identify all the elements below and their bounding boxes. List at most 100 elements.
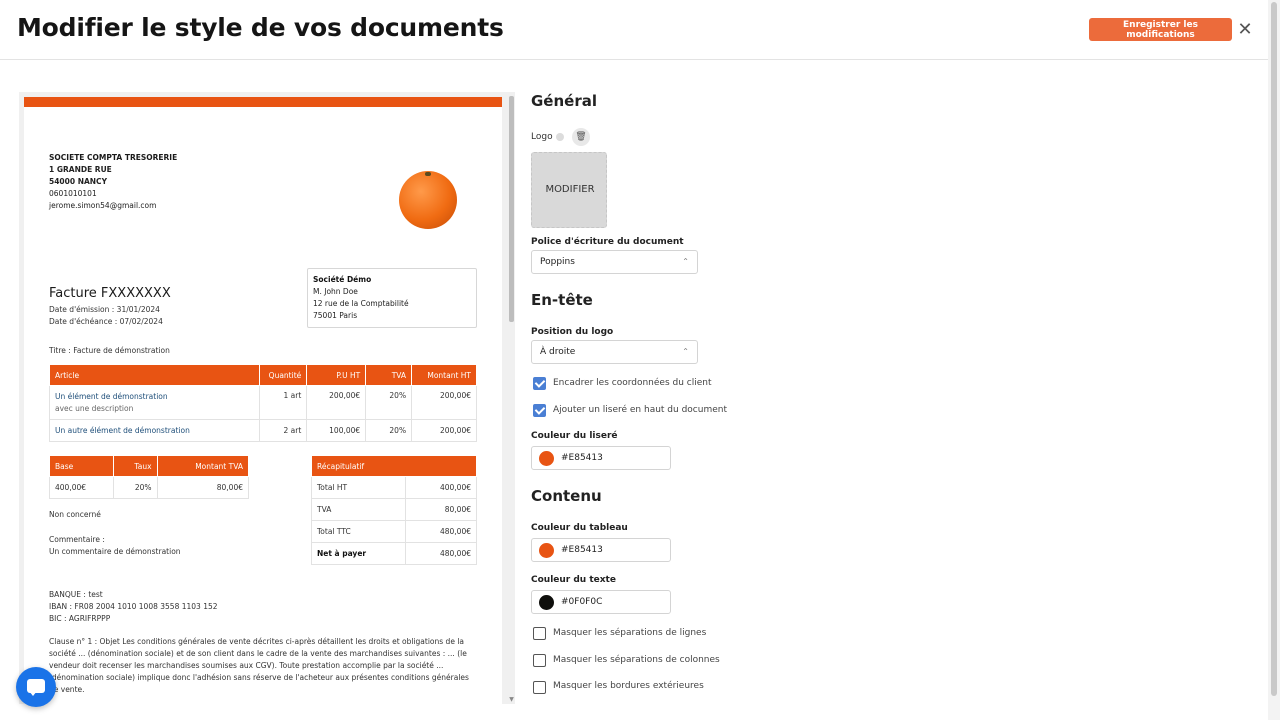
summary-value: 480,00€ (405, 542, 477, 565)
bank-iban: IBAN : FR08 2004 1010 1008 3558 1103 152 (49, 602, 218, 611)
hide-outer-borders-label[interactable]: Masquer les bordures extérieures (553, 681, 704, 691)
add-band-checkbox[interactable] (533, 404, 546, 417)
terms-clause: Clause n° 1 : Objet Les conditions génér… (49, 637, 469, 694)
logo-modify-button[interactable]: MODIFIER (532, 184, 608, 195)
company-address1: 1 GRANDE RUE (49, 165, 112, 174)
vat-note: Non concerné (49, 510, 101, 519)
items-header-pu: P.U HT (306, 364, 367, 386)
bank-bic: BIC : AGRIFRPPP (49, 614, 111, 623)
logo-position-select[interactable]: À droite ⌃ (531, 340, 698, 364)
band-color-input[interactable]: #E85413 (531, 446, 671, 470)
frame-client-label[interactable]: Encadrer les coordonnées du client (553, 378, 712, 388)
item-amount: 200,00€ (411, 419, 477, 442)
chevron-updown-icon: ⌃ (682, 347, 689, 356)
summary-value: 400,00€ (405, 476, 477, 499)
vat-header-rate: Taux (112, 455, 158, 477)
company-name: SOCIETE COMPTA TRESORERIE (49, 153, 178, 162)
bank-name: BANQUE : test (49, 590, 103, 599)
invoice-due-date: Date d'échéance : 07/02/2024 (49, 317, 163, 326)
table-color-value: #E85413 (561, 545, 603, 555)
invoice-issue-date: Date d'émission : 31/01/2024 (49, 305, 160, 314)
page-scrollbar[interactable] (1268, 0, 1280, 720)
table-row: 400,00€ 20% 80,00€ (49, 476, 250, 499)
company-phone: 0601010101 (49, 189, 97, 198)
font-select[interactable]: Poppins ⌃ (531, 250, 698, 274)
page-title: Modifier le style de vos documents (17, 13, 504, 42)
summary-value: 480,00€ (405, 520, 477, 543)
table-color-swatch[interactable] (539, 543, 554, 558)
item-qty: 1 art (259, 385, 308, 420)
vat-amount: 80,00€ (156, 476, 250, 499)
client-contact: M. John Doe (313, 287, 358, 296)
vat-header-amount: Montant TVA (156, 455, 250, 477)
info-icon[interactable] (556, 133, 564, 141)
preview-scrollbar-thumb[interactable] (509, 96, 514, 322)
section-general-title: Général (531, 92, 597, 110)
add-band-label[interactable]: Ajouter un liseré en haut du document (553, 405, 727, 415)
page-scrollbar-thumb[interactable] (1271, 2, 1277, 696)
company-email: jerome.simon54@gmail.com (49, 201, 157, 210)
band-color-value: #E85413 (561, 453, 603, 463)
band-color-swatch[interactable] (539, 451, 554, 466)
client-street: 12 rue de la Comptabilité (313, 299, 409, 308)
logo-upload-box[interactable]: MODIFIER (531, 152, 607, 228)
section-header-title: En-tête (531, 291, 593, 309)
frame-client-checkbox[interactable] (533, 377, 546, 390)
document-top-band (24, 97, 502, 107)
summary-label: TVA (311, 498, 406, 521)
hide-outer-borders-checkbox[interactable] (533, 681, 546, 694)
vat-table: Base Taux Montant TVA 400,00€ 20% 80,00€ (49, 455, 250, 499)
document-preview: SOCIETE COMPTA TRESORERIE 1 GRANDE RUE 5… (19, 92, 515, 704)
item-amount: 200,00€ (411, 385, 477, 420)
item-tva: 20% (365, 419, 413, 442)
logo-label: Logo (531, 132, 553, 142)
vat-base: 400,00€ (49, 476, 114, 499)
vat-rate: 20% (112, 476, 158, 499)
table-row: Net à payer 480,00€ (311, 542, 477, 565)
text-color-swatch[interactable] (539, 595, 554, 610)
table-color-label: Couleur du tableau (531, 523, 628, 533)
scroll-down-arrow-icon[interactable]: ▼ (508, 696, 515, 704)
hide-col-separators-checkbox[interactable] (533, 654, 546, 667)
items-header-tva: TVA (365, 364, 413, 386)
text-color-input[interactable]: #0F0F0C (531, 590, 671, 614)
summary-label: Total TTC (311, 520, 406, 543)
client-name: Société Démo (313, 275, 372, 284)
invoice-document: SOCIETE COMPTA TRESORERIE 1 GRANDE RUE 5… (24, 97, 502, 704)
hide-row-separators-label[interactable]: Masquer les séparations de lignes (553, 628, 706, 638)
company-address2: 54000 NANCY (49, 177, 107, 186)
item-description: avec une description (55, 403, 134, 413)
comment-label: Commentaire : (49, 535, 105, 544)
company-logo-orange (399, 171, 457, 229)
summary-value: 80,00€ (405, 498, 477, 521)
save-changes-button[interactable]: Enregistrer les modifications (1089, 18, 1232, 41)
table-row: Total TTC 480,00€ (311, 520, 477, 543)
table-color-input[interactable]: #E85413 (531, 538, 671, 562)
summary-label: Net à payer (311, 542, 406, 565)
font-select-value: Poppins (540, 257, 575, 267)
item-qty: 2 art (259, 419, 308, 442)
vat-header-base: Base (49, 455, 114, 477)
client-address-box: Société Démo M. John Doe 12 rue de la Co… (307, 268, 477, 328)
table-row: Total HT 400,00€ (311, 476, 477, 499)
trash-icon[interactable]: 🗑 (572, 128, 590, 146)
comment-text: Un commentaire de démonstration (49, 547, 181, 556)
logo-position-label: Position du logo (531, 327, 614, 337)
hide-col-separators-label[interactable]: Masquer les séparations de colonnes (553, 655, 720, 665)
item-article: Un élément de démonstration (55, 391, 168, 401)
table-row: Un élément de démonstration avec une desc… (48, 385, 477, 420)
chat-bubble-icon[interactable] (16, 667, 56, 707)
table-row: Un autre élément de démonstration 2 art … (48, 419, 477, 442)
preview-scrollbar[interactable]: ▼ (508, 92, 515, 704)
invoice-title: Facture FXXXXXXX (49, 286, 171, 301)
item-tva: 20% (365, 385, 413, 420)
client-city: 75001 Paris (313, 311, 358, 320)
hide-row-separators-checkbox[interactable] (533, 627, 546, 640)
section-content-title: Contenu (531, 487, 602, 505)
table-row: TVA 80,00€ (311, 498, 477, 521)
close-icon[interactable]: ✕ (1237, 20, 1253, 40)
invoice-subject: Titre : Facture de démonstration (49, 346, 170, 355)
items-table: Article Quantité P.U HT TVA Montant HT U… (48, 364, 477, 442)
band-color-label: Couleur du liseré (531, 431, 618, 441)
item-article: Un autre élément de démonstration (55, 426, 190, 435)
